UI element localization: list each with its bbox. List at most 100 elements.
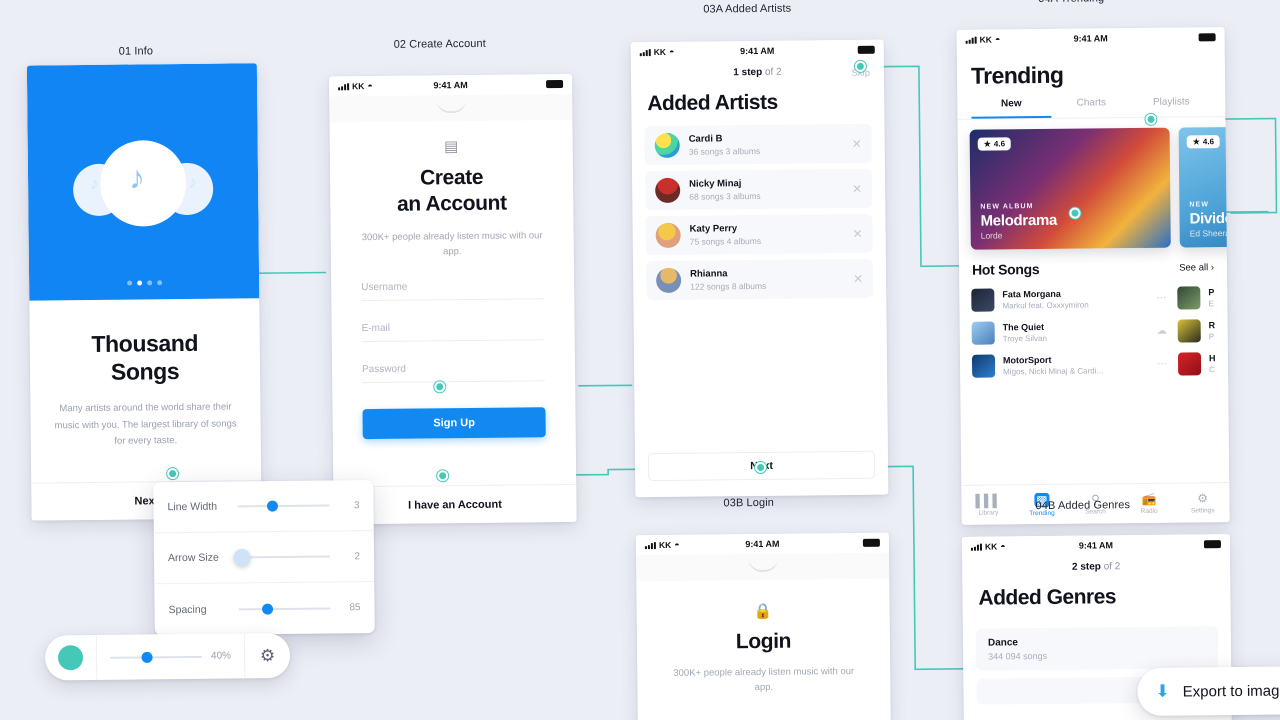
song-lists[interactable]: Fata Morgana Markul feat. Oxxxymiron ⋯ T… bbox=[959, 281, 1228, 383]
slider-track[interactable] bbox=[233, 548, 331, 566]
wifi-icon: ◓ bbox=[367, 80, 373, 91]
list-item[interactable]: Fata Morgana Markul feat. Oxxxymiron ⋯ bbox=[971, 282, 1167, 317]
wifi-icon: ◓ bbox=[994, 33, 1001, 44]
slider-label: Spacing bbox=[168, 603, 207, 616]
artist-name: Katy Perry bbox=[689, 223, 738, 235]
album-kicker: NEW ALBUM bbox=[980, 203, 1034, 211]
list-item[interactable]: H C bbox=[1177, 347, 1230, 381]
song-name: R bbox=[1208, 320, 1216, 331]
signal-icon bbox=[338, 82, 350, 90]
song-artist: E bbox=[1208, 298, 1214, 309]
list-item[interactable]: Rhianna 122 songs 8 albums ✕ bbox=[645, 258, 874, 301]
list-item[interactable]: Cardi B 36 songs 3 albums ✕ bbox=[644, 123, 872, 166]
tabbar-item-library[interactable]: ▌▌▌ Library bbox=[961, 485, 1015, 525]
screen-02-create-account[interactable]: KK ◓ 9:41 AM ▤ Create an Account 300K+ p… bbox=[328, 73, 577, 525]
slider-row-spacing[interactable]: Spacing 85 bbox=[154, 582, 375, 635]
connector-knob[interactable] bbox=[434, 381, 446, 393]
genre-detail: 344 094 songs bbox=[988, 650, 1048, 662]
export-to-image-button[interactable]: ⬇ Export to image bbox=[1137, 666, 1280, 717]
screen-03b-login[interactable]: KK ◓ 9:41 AM 🔒 Login 300K+ people alread… bbox=[635, 532, 892, 720]
close-icon[interactable]: ✕ bbox=[852, 136, 862, 150]
music-note-icon: ♪ bbox=[89, 173, 99, 193]
more-icon[interactable]: ⋯ bbox=[1157, 359, 1168, 370]
screen-04a-trending[interactable]: KK ◓ 9:41 AM Trending New Charts Playlis… bbox=[956, 27, 1230, 525]
zoom-slider-track[interactable] bbox=[110, 651, 203, 663]
export-label: Export to image bbox=[1182, 681, 1280, 701]
gear-icon[interactable]: ⚙ bbox=[245, 645, 290, 665]
album-thumbnail bbox=[1177, 319, 1201, 343]
tab-new[interactable]: New bbox=[971, 97, 1052, 119]
genre-name: Dance bbox=[987, 637, 1019, 649]
list-item[interactable]: MotorSport Migos, Nicki Minaj & Cardi...… bbox=[971, 348, 1168, 383]
album-card[interactable]: ★ 4.6 NEW Divide Ed Sheeran bbox=[1178, 126, 1230, 248]
slider-row-arrow-size[interactable]: Arrow Size 2 bbox=[153, 531, 375, 585]
slider-track[interactable] bbox=[238, 603, 331, 615]
artist-name: Rhianna bbox=[690, 268, 728, 280]
pager-dots[interactable] bbox=[29, 279, 259, 286]
tab-bar[interactable]: New Charts Playlists bbox=[957, 96, 1226, 120]
email-field[interactable]: E-mail bbox=[361, 321, 545, 343]
slider-track[interactable] bbox=[237, 500, 330, 512]
wifi-icon: ◓ bbox=[674, 539, 680, 550]
color-swatch[interactable] bbox=[57, 645, 84, 671]
tab-playlists[interactable]: Playlists bbox=[1131, 96, 1211, 117]
album-artist: Ed Sheeran bbox=[1189, 227, 1230, 239]
see-all-link[interactable]: See all › bbox=[1179, 262, 1214, 273]
battery-icon bbox=[1203, 540, 1221, 549]
list-item[interactable]: Nicky Minaj 68 songs 3 albums ✕ bbox=[644, 168, 873, 211]
onboarding-hero: ♪ ♪ ♪ bbox=[26, 63, 260, 301]
frame-label-02: 02 Create Account bbox=[393, 37, 486, 51]
connector-knob[interactable] bbox=[437, 470, 449, 482]
close-icon[interactable]: ✕ bbox=[853, 226, 863, 240]
song-artist: P bbox=[1208, 331, 1215, 342]
screen-03a-added-artists[interactable]: KK ◓ 9:41 AM 1 step of 2 Skip Added Arti… bbox=[630, 39, 889, 498]
rating-badge: ★ 4.6 bbox=[1186, 135, 1221, 149]
connector-knob[interactable] bbox=[1069, 207, 1081, 219]
status-bar: KK ◓ 9:41 AM bbox=[630, 39, 884, 63]
slider-value: 85 bbox=[349, 602, 361, 614]
slider-row-line-width[interactable]: Line Width 3 bbox=[153, 480, 374, 534]
signal-icon bbox=[970, 543, 982, 551]
list-item[interactable]: Katy Perry 75 songs 4 albums ✕ bbox=[645, 213, 873, 256]
more-icon[interactable]: ⋯ bbox=[1156, 293, 1167, 304]
page-title: Create an Account bbox=[396, 165, 507, 216]
clock-label: 9:41 AM bbox=[1073, 33, 1108, 44]
lock-icon: 🔒 bbox=[753, 602, 773, 621]
pull-handle bbox=[329, 93, 573, 123]
connector-knob[interactable] bbox=[1145, 113, 1157, 125]
carrier-label: KK bbox=[658, 539, 672, 551]
tabbar-item-settings[interactable]: ⚙ Settings bbox=[1176, 483, 1230, 523]
pull-handle bbox=[636, 552, 890, 582]
bottom-toolbar[interactable]: 40% ⚙ bbox=[44, 632, 291, 681]
avatar bbox=[656, 267, 682, 294]
album-carousel[interactable]: ★ 4.6 NEW ALBUM Melodrama Lorde ★ 4.6 NEW … bbox=[957, 117, 1230, 250]
design-canvas[interactable]: 01 Info ♪ ♪ ♪ Thousand Songs Many artist… bbox=[0, 0, 1280, 720]
zoom-control[interactable]: 40% bbox=[97, 650, 244, 663]
close-icon[interactable]: ✕ bbox=[853, 271, 863, 285]
page-subtitle: 300K+ people already listen music with o… bbox=[361, 229, 543, 257]
song-name: Fata Morgana bbox=[1002, 289, 1061, 300]
song-name: MotorSport bbox=[1002, 355, 1052, 366]
sign-up-button[interactable]: Sign Up bbox=[362, 407, 546, 439]
signal-icon bbox=[639, 48, 651, 56]
connector-knob[interactable] bbox=[854, 60, 866, 72]
list-item[interactable]: The Quiet Troye Silvan ☁ bbox=[971, 315, 1168, 350]
username-field[interactable]: Username bbox=[361, 280, 545, 302]
list-item[interactable]: R P bbox=[1177, 314, 1230, 348]
cloud-download-icon[interactable]: ☁ bbox=[1157, 326, 1168, 337]
connector-knob[interactable] bbox=[755, 461, 767, 474]
frame-label-03b: 03B Login bbox=[723, 496, 774, 510]
slider-label: Arrow Size bbox=[167, 551, 219, 565]
tab-charts[interactable]: Charts bbox=[1051, 97, 1131, 118]
list-item[interactable]: Dance 344 094 songs bbox=[975, 626, 1219, 671]
password-field[interactable]: Password bbox=[361, 362, 546, 383]
page-title: Added Genres bbox=[978, 585, 1117, 610]
slider-label: Line Width bbox=[167, 500, 218, 514]
screen-01-info[interactable]: ♪ ♪ ♪ Thousand Songs Many artists around… bbox=[26, 63, 262, 521]
list-item[interactable]: P E bbox=[1177, 281, 1230, 315]
battery-icon bbox=[1198, 33, 1216, 42]
album-card[interactable]: ★ 4.6 NEW ALBUM Melodrama Lorde bbox=[969, 127, 1171, 250]
line-settings-panel[interactable]: Line Width 3 Arrow Size 2 Spacing 85 bbox=[153, 480, 375, 636]
close-icon[interactable]: ✕ bbox=[852, 181, 862, 195]
connector-knob[interactable] bbox=[167, 468, 179, 480]
